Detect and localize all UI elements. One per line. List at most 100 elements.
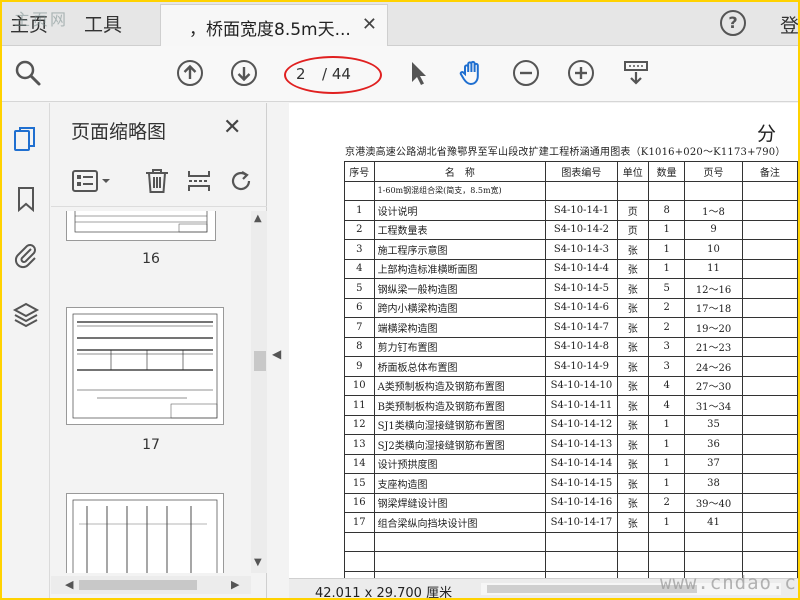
cell-no: 15: [344, 473, 375, 494]
layers-icon[interactable]: [12, 301, 40, 329]
thumbnails-panel: 页面缩略图 ✕ 16 17 ▲ ▼ ◀ ▶: [51, 103, 267, 598]
cell-note: [741, 375, 798, 396]
page-thumbnails-icon[interactable]: [12, 125, 40, 153]
cell-page: 31～34: [684, 395, 743, 416]
thumbnail-page-16[interactable]: [66, 211, 216, 241]
cell-note: [741, 395, 798, 416]
cell-count: 1: [647, 414, 686, 435]
cell-page: 41: [684, 512, 743, 533]
cell-unit: 张: [616, 492, 649, 513]
cell-no: 7: [344, 317, 375, 338]
cell-count: 1: [647, 453, 686, 474]
header-name: 名 称: [373, 161, 547, 182]
cell-name: SJ1类横向湿接缝钢筋布置图: [373, 414, 547, 435]
cell-code: S4-10-14-11: [545, 395, 618, 416]
document-corner-text: 分: [756, 123, 776, 145]
cell-name: A类预制板构造及钢筋布置图: [373, 375, 547, 396]
collapse-panel-icon[interactable]: ◀: [272, 347, 281, 361]
table-header-row: 序号 名 称 图表编号 单位 数量 页号 备注: [344, 161, 798, 182]
cell-no: 5: [344, 278, 375, 299]
cell-code: S4-10-14-8: [545, 336, 618, 357]
thumbnail-options-icon[interactable]: [71, 167, 115, 195]
empty-cell: [373, 531, 547, 552]
scroll-down-icon[interactable]: ▼: [254, 557, 262, 568]
cell-page: 27～30: [684, 375, 743, 396]
table-row: 4 上部构造标准横断面图 S4-10-14-4 张 1 11: [344, 258, 798, 279]
empty-cell: [344, 531, 375, 552]
toolbar: 2 / 44: [2, 46, 798, 102]
empty-cell: [647, 551, 686, 572]
thumbnails-close-icon[interactable]: ✕: [223, 115, 241, 140]
cell-unit: 张: [616, 473, 649, 494]
header-no: 序号: [344, 161, 375, 182]
cell-code: S4-10-14-10: [545, 375, 618, 396]
thumbnails-vertical-scrollbar[interactable]: ▲ ▼: [251, 211, 267, 573]
cell-no: 9: [344, 356, 375, 377]
table-empty-row: [344, 551, 798, 572]
cell-count: 8: [647, 200, 686, 221]
zoom-search-icon[interactable]: [14, 59, 42, 87]
cell-no: 1: [344, 200, 375, 221]
cell-page: 35: [684, 414, 743, 435]
empty-cell: [373, 551, 547, 572]
scroll-right-icon[interactable]: ▶: [231, 578, 239, 591]
empty-cell: [741, 531, 798, 552]
cell-page: 11: [684, 258, 743, 279]
thumbnails-horizontal-scrollbar[interactable]: ◀ ▶: [51, 576, 251, 594]
next-page-icon[interactable]: [230, 59, 258, 87]
cell-name: 钢梁焊缝设计图: [373, 492, 547, 513]
cell-code: S4-10-14-17: [545, 512, 618, 533]
scroll-left-icon[interactable]: ◀: [65, 578, 73, 591]
cell-note: [741, 297, 798, 318]
cell-note: [741, 317, 798, 338]
cell-name: 上部构造标准横断面图: [373, 258, 547, 279]
empty-cell: [545, 570, 618, 578]
tab-close-icon[interactable]: ✕: [362, 14, 377, 35]
extract-page-icon[interactable]: [185, 167, 213, 195]
cell-code: S4-10-14-5: [545, 278, 618, 299]
cell-unit: 张: [616, 297, 649, 318]
drawing-index-table: 序号 名 称 图表编号 单位 数量 页号 备注 1-60m钢混组合梁(简支，8.…: [344, 161, 798, 578]
login-button[interactable]: 登: [780, 11, 798, 38]
tab-document[interactable]: ，桥面宽度8.5m天... ✕: [160, 4, 388, 46]
cell-page: 21～23: [684, 336, 743, 357]
thumbnails-scroll-thumb[interactable]: [254, 351, 266, 371]
cell-count: 2: [647, 492, 686, 513]
zoom-in-icon[interactable]: [567, 59, 595, 87]
cell-note: [741, 200, 798, 221]
cell-count: 1: [647, 239, 686, 260]
table-row: 5 钢纵梁一般构造图 S4-10-14-5 张 5 12～16: [344, 278, 798, 299]
zoom-out-icon[interactable]: [512, 59, 540, 87]
hand-tool-icon[interactable]: [458, 59, 486, 87]
cell-note: [741, 453, 798, 474]
page-display-icon[interactable]: [622, 59, 650, 87]
tab-document-title: ，桥面宽度8.5m天...: [189, 20, 351, 40]
header-code: 图表编号: [545, 161, 618, 182]
cell-note: [741, 336, 798, 357]
cell-no: 10: [344, 375, 375, 396]
scroll-up-icon[interactable]: ▲: [254, 213, 262, 224]
table-row: 2 工程数量表 S4-10-14-2 页 1 9: [344, 219, 798, 240]
table-row: 7 端横梁构造图 S4-10-14-7 张 2 19～20: [344, 317, 798, 338]
previous-page-icon[interactable]: [176, 59, 204, 87]
thumbnail-page-17[interactable]: [66, 307, 224, 425]
document-heading: 京港澳高速公路湖北省豫鄂界至军山段改扩建工程桥涵通用图表（K1016+020～K…: [345, 147, 786, 158]
cell-page: 19～20: [684, 317, 743, 338]
cell-count: 5: [647, 278, 686, 299]
bookmark-icon[interactable]: [12, 185, 40, 213]
cell-no: 16: [344, 492, 375, 513]
thumbnail-page-18[interactable]: [66, 493, 224, 573]
cell-unit: 张: [616, 375, 649, 396]
thumbnails-hscroll-thumb[interactable]: [79, 580, 197, 590]
select-cursor-icon[interactable]: [404, 59, 432, 87]
cell-count: 3: [647, 336, 686, 357]
cell-page: 37: [684, 453, 743, 474]
help-icon[interactable]: ?: [720, 10, 746, 36]
cell-unit: 页: [616, 219, 649, 240]
table-row: 8 剪力钉布置图 S4-10-14-8 张 3 21～23: [344, 336, 798, 357]
tab-tools[interactable]: 工具: [84, 10, 122, 37]
delete-page-icon[interactable]: [143, 167, 171, 195]
document-viewport[interactable]: 分 京港澳高速公路湖北省豫鄂界至军山段改扩建工程桥涵通用图表（K1016+020…: [289, 103, 798, 578]
attachment-icon[interactable]: [12, 241, 40, 269]
rotate-page-icon[interactable]: [227, 167, 255, 195]
